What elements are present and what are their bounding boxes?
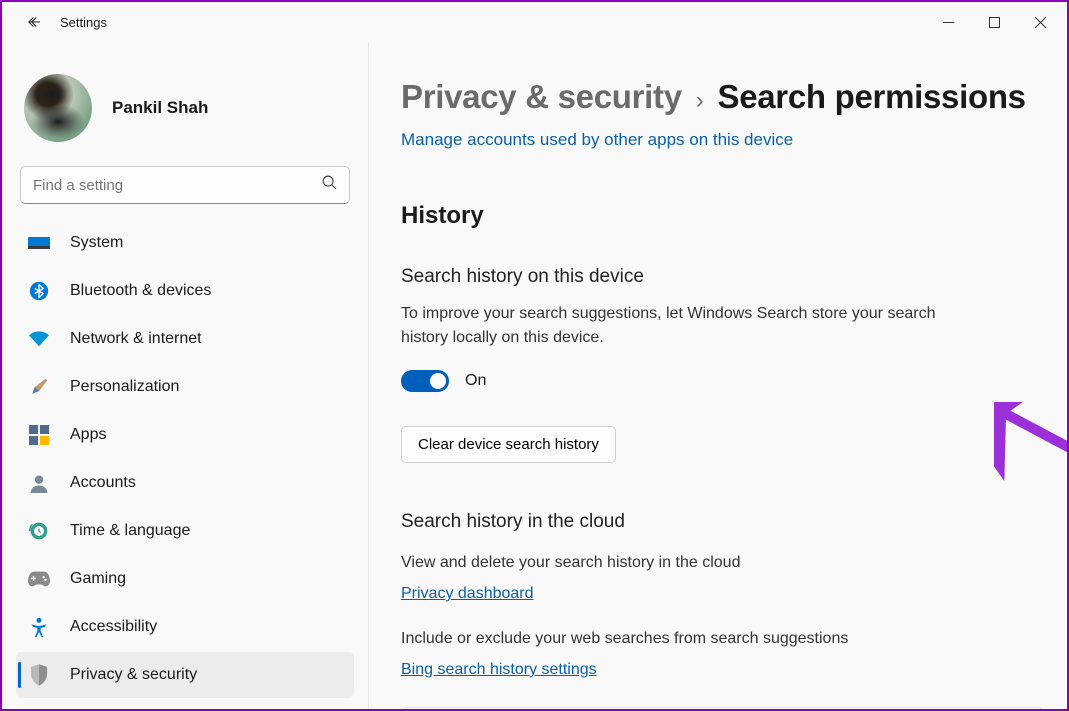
device-history-title: Search history on this device	[401, 266, 1043, 288]
sidebar-item-label: Gaming	[70, 570, 126, 588]
sidebar-item-privacy[interactable]: Privacy & security	[16, 652, 354, 698]
sidebar-item-apps[interactable]: Apps	[16, 412, 354, 458]
sidebar-item-accounts[interactable]: Accounts	[16, 460, 354, 506]
history-heading: History	[401, 202, 1043, 230]
sidebar-item-network[interactable]: Network & internet	[16, 316, 354, 362]
back-button[interactable]	[16, 4, 52, 40]
device-history-toggle-row: On	[401, 370, 1043, 392]
maximize-button[interactable]	[971, 6, 1017, 38]
window-controls	[925, 6, 1063, 38]
sidebar-item-label: Bluetooth & devices	[70, 282, 211, 300]
manage-accounts-link[interactable]: Manage accounts used by other apps on th…	[401, 130, 793, 150]
sidebar-item-label: Network & internet	[70, 330, 202, 348]
minimize-button[interactable]	[925, 6, 971, 38]
nav: System Bluetooth & devices Network & int…	[16, 220, 354, 698]
search-wrap	[20, 166, 350, 204]
sidebar-item-label: Personalization	[70, 378, 179, 396]
shield-icon	[28, 664, 50, 686]
search-icon	[321, 174, 338, 196]
annotation-arrow	[994, 402, 1067, 582]
sidebar-item-personalization[interactable]: Personalization	[16, 364, 354, 410]
system-icon	[28, 232, 50, 254]
sidebar-item-accessibility[interactable]: Accessibility	[16, 604, 354, 650]
cloud-history-desc2: Include or exclude your web searches fro…	[401, 627, 961, 651]
bing-history-link[interactable]: Bing search history settings	[401, 661, 597, 679]
sidebar-item-label: Privacy & security	[70, 666, 197, 684]
time-icon	[28, 520, 50, 542]
sidebar-item-label: Time & language	[70, 522, 190, 540]
breadcrumb-parent[interactable]: Privacy & security	[401, 78, 682, 116]
profile[interactable]: Pankil Shah	[16, 74, 354, 166]
cloud-history-title: Search history in the cloud	[401, 511, 1043, 533]
page-title: Search permissions	[717, 78, 1025, 116]
sidebar-item-gaming[interactable]: Gaming	[16, 556, 354, 602]
sidebar-item-label: System	[70, 234, 123, 252]
clear-device-history-button[interactable]: Clear device search history	[401, 426, 616, 463]
wifi-icon	[28, 328, 50, 350]
brush-icon	[28, 376, 50, 398]
cloud-history-desc1: View and delete your search history in t…	[401, 551, 961, 575]
sidebar-item-system[interactable]: System	[16, 220, 354, 266]
sidebar-item-label: Accounts	[70, 474, 136, 492]
sidebar-item-label: Accessibility	[70, 618, 157, 636]
titlebar: Settings	[2, 2, 1067, 42]
chevron-right-icon: ›	[696, 87, 704, 115]
close-button[interactable]	[1017, 6, 1063, 38]
profile-name: Pankil Shah	[112, 98, 208, 118]
avatar	[24, 74, 92, 142]
apps-icon	[28, 424, 50, 446]
sidebar-item-time[interactable]: Time & language	[16, 508, 354, 554]
breadcrumb: Privacy & security › Search permissions	[401, 78, 1043, 116]
content: Privacy & security › Search permissions …	[368, 42, 1067, 709]
search-input[interactable]	[20, 166, 350, 204]
device-history-toggle[interactable]	[401, 370, 449, 392]
toggle-label: On	[465, 372, 486, 390]
bluetooth-icon	[28, 280, 50, 302]
window-title: Settings	[60, 15, 107, 30]
gaming-icon	[28, 568, 50, 590]
accessibility-icon	[28, 616, 50, 638]
sidebar-item-label: Apps	[70, 426, 106, 444]
sidebar-item-bluetooth[interactable]: Bluetooth & devices	[16, 268, 354, 314]
card-stub	[401, 707, 1043, 709]
privacy-dashboard-link[interactable]: Privacy dashboard	[401, 585, 534, 603]
sidebar: Pankil Shah System Bluetooth & devices	[2, 42, 368, 709]
person-icon	[28, 472, 50, 494]
device-history-desc: To improve your search suggestions, let …	[401, 302, 961, 350]
